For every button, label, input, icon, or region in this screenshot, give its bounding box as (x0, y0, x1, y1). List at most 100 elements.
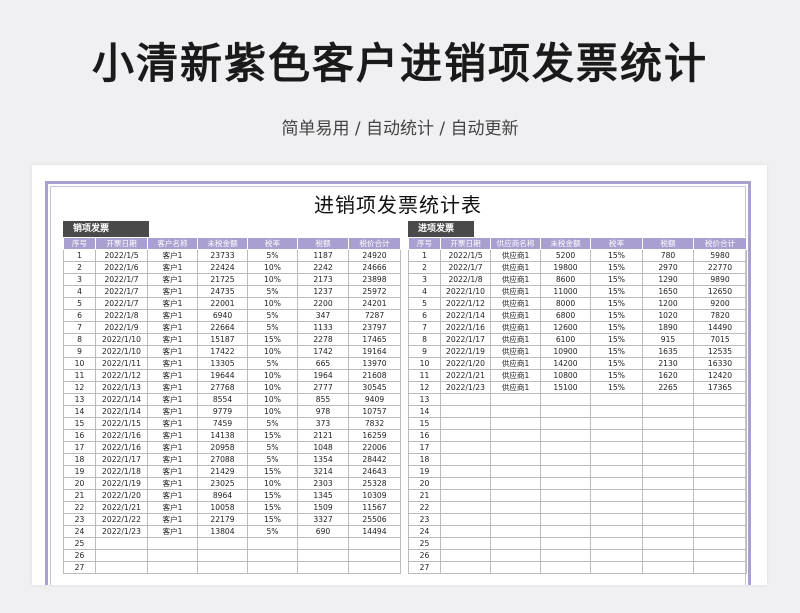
table-cell[interactable]: 21608 (348, 369, 401, 382)
table-cell[interactable]: 供应商1 (490, 321, 541, 334)
table-cell[interactable]: 客户1 (147, 369, 198, 382)
table-cell[interactable]: 10900 (540, 345, 591, 358)
table-cell[interactable]: 2022/1/7 (440, 261, 491, 274)
table-cell[interactable]: 10309 (348, 489, 401, 502)
table-cell[interactable]: 8 (408, 333, 441, 346)
table-cell[interactable]: 5% (247, 357, 298, 370)
table-cell[interactable]: 23025 (197, 477, 248, 490)
table-cell[interactable]: 供应商1 (490, 309, 541, 322)
table-cell[interactable]: 1650 (642, 285, 694, 298)
table-cell[interactable]: 2022/1/20 (95, 489, 148, 502)
table-cell[interactable]: 690 (297, 525, 349, 538)
table-cell[interactable] (147, 549, 198, 562)
table-cell[interactable]: 10% (247, 369, 298, 382)
table-cell[interactable]: 5% (247, 285, 298, 298)
table-cell[interactable]: 8 (63, 333, 96, 346)
table-cell[interactable] (540, 525, 591, 538)
table-cell[interactable] (490, 501, 541, 514)
table-cell[interactable] (95, 549, 148, 562)
table-cell[interactable]: 15% (247, 465, 298, 478)
table-cell[interactable]: 2022/1/15 (95, 417, 148, 430)
table-cell[interactable]: 15% (590, 333, 643, 346)
table-cell[interactable] (693, 453, 747, 466)
table-cell[interactable]: 2022/1/14 (440, 309, 491, 322)
table-cell[interactable]: 30545 (348, 381, 401, 394)
table-cell[interactable]: 供应商1 (490, 297, 541, 310)
table-cell[interactable]: 15% (247, 333, 298, 346)
table-cell[interactable]: 21 (408, 489, 441, 502)
table-cell[interactable]: 19644 (197, 369, 248, 382)
table-cell[interactable]: 2022/1/22 (95, 513, 148, 526)
table-cell[interactable]: 客户1 (147, 333, 198, 346)
table-cell[interactable]: 15% (590, 321, 643, 334)
table-cell[interactable]: 1354 (297, 453, 349, 466)
table-cell[interactable]: 1620 (642, 369, 694, 382)
table-cell[interactable]: 23 (63, 513, 96, 526)
table-cell[interactable] (348, 537, 401, 550)
table-cell[interactable]: 2022/1/7 (95, 285, 148, 298)
table-cell[interactable]: 21725 (197, 273, 248, 286)
table-cell[interactable] (440, 429, 491, 442)
table-cell[interactable]: 2 (63, 261, 96, 274)
table-cell[interactable]: 10% (247, 405, 298, 418)
table-cell[interactable]: 2278 (297, 333, 349, 346)
table-cell[interactable] (540, 441, 591, 454)
table-cell[interactable]: 18 (63, 453, 96, 466)
table-cell[interactable]: 6 (408, 309, 441, 322)
table-cell[interactable] (590, 513, 643, 526)
table-cell[interactable]: 客户1 (147, 489, 198, 502)
table-cell[interactable]: 客户1 (147, 453, 198, 466)
table-cell[interactable]: 9 (408, 345, 441, 358)
table-cell[interactable]: 22006 (348, 441, 401, 454)
table-cell[interactable] (642, 441, 694, 454)
table-cell[interactable]: 2022/1/16 (95, 441, 148, 454)
table-cell[interactable]: 2022/1/13 (95, 381, 148, 394)
table-cell[interactable] (247, 561, 298, 574)
table-cell[interactable]: 10% (247, 381, 298, 394)
table-cell[interactable]: 2022/1/8 (440, 273, 491, 286)
table-cell[interactable]: 10 (63, 357, 96, 370)
table-cell[interactable]: 1187 (297, 249, 349, 262)
table-cell[interactable] (590, 489, 643, 502)
table-cell[interactable] (147, 561, 198, 574)
table-cell[interactable]: 5% (247, 309, 298, 322)
table-cell[interactable]: 10800 (540, 369, 591, 382)
table-cell[interactable]: 5980 (693, 249, 747, 262)
table-cell[interactable]: 15 (408, 417, 441, 430)
table-cell[interactable] (440, 513, 491, 526)
table-cell[interactable]: 5 (63, 297, 96, 310)
table-cell[interactable]: 2022/1/8 (95, 309, 148, 322)
table-cell[interactable]: 28442 (348, 453, 401, 466)
table-cell[interactable] (490, 561, 541, 574)
table-cell[interactable]: 665 (297, 357, 349, 370)
table-cell[interactable]: 15% (247, 501, 298, 514)
table-cell[interactable]: 2022/1/14 (95, 393, 148, 406)
table-cell[interactable]: 14200 (540, 357, 591, 370)
table-cell[interactable]: 16 (63, 429, 96, 442)
table-cell[interactable]: 10757 (348, 405, 401, 418)
table-cell[interactable]: 7820 (693, 309, 747, 322)
table-cell[interactable]: 19 (408, 465, 441, 478)
table-cell[interactable]: 客户1 (147, 309, 198, 322)
table-cell[interactable] (693, 549, 747, 562)
table-cell[interactable] (490, 513, 541, 526)
table-cell[interactable]: 2200 (297, 297, 349, 310)
table-cell[interactable]: 1635 (642, 345, 694, 358)
table-cell[interactable] (540, 417, 591, 430)
table-cell[interactable] (693, 465, 747, 478)
table-cell[interactable]: 11 (408, 369, 441, 382)
table-cell[interactable] (642, 429, 694, 442)
table-cell[interactable] (440, 441, 491, 454)
table-cell[interactable] (297, 537, 349, 550)
table-cell[interactable]: 17422 (197, 345, 248, 358)
table-cell[interactable] (440, 501, 491, 514)
table-cell[interactable] (540, 465, 591, 478)
table-cell[interactable]: 27 (408, 561, 441, 574)
table-cell[interactable]: 23898 (348, 273, 401, 286)
table-cell[interactable] (693, 393, 747, 406)
table-cell[interactable]: 22664 (197, 321, 248, 334)
table-cell[interactable] (540, 477, 591, 490)
table-cell[interactable] (247, 549, 298, 562)
table-cell[interactable] (540, 501, 591, 514)
table-cell[interactable]: 供应商1 (490, 357, 541, 370)
